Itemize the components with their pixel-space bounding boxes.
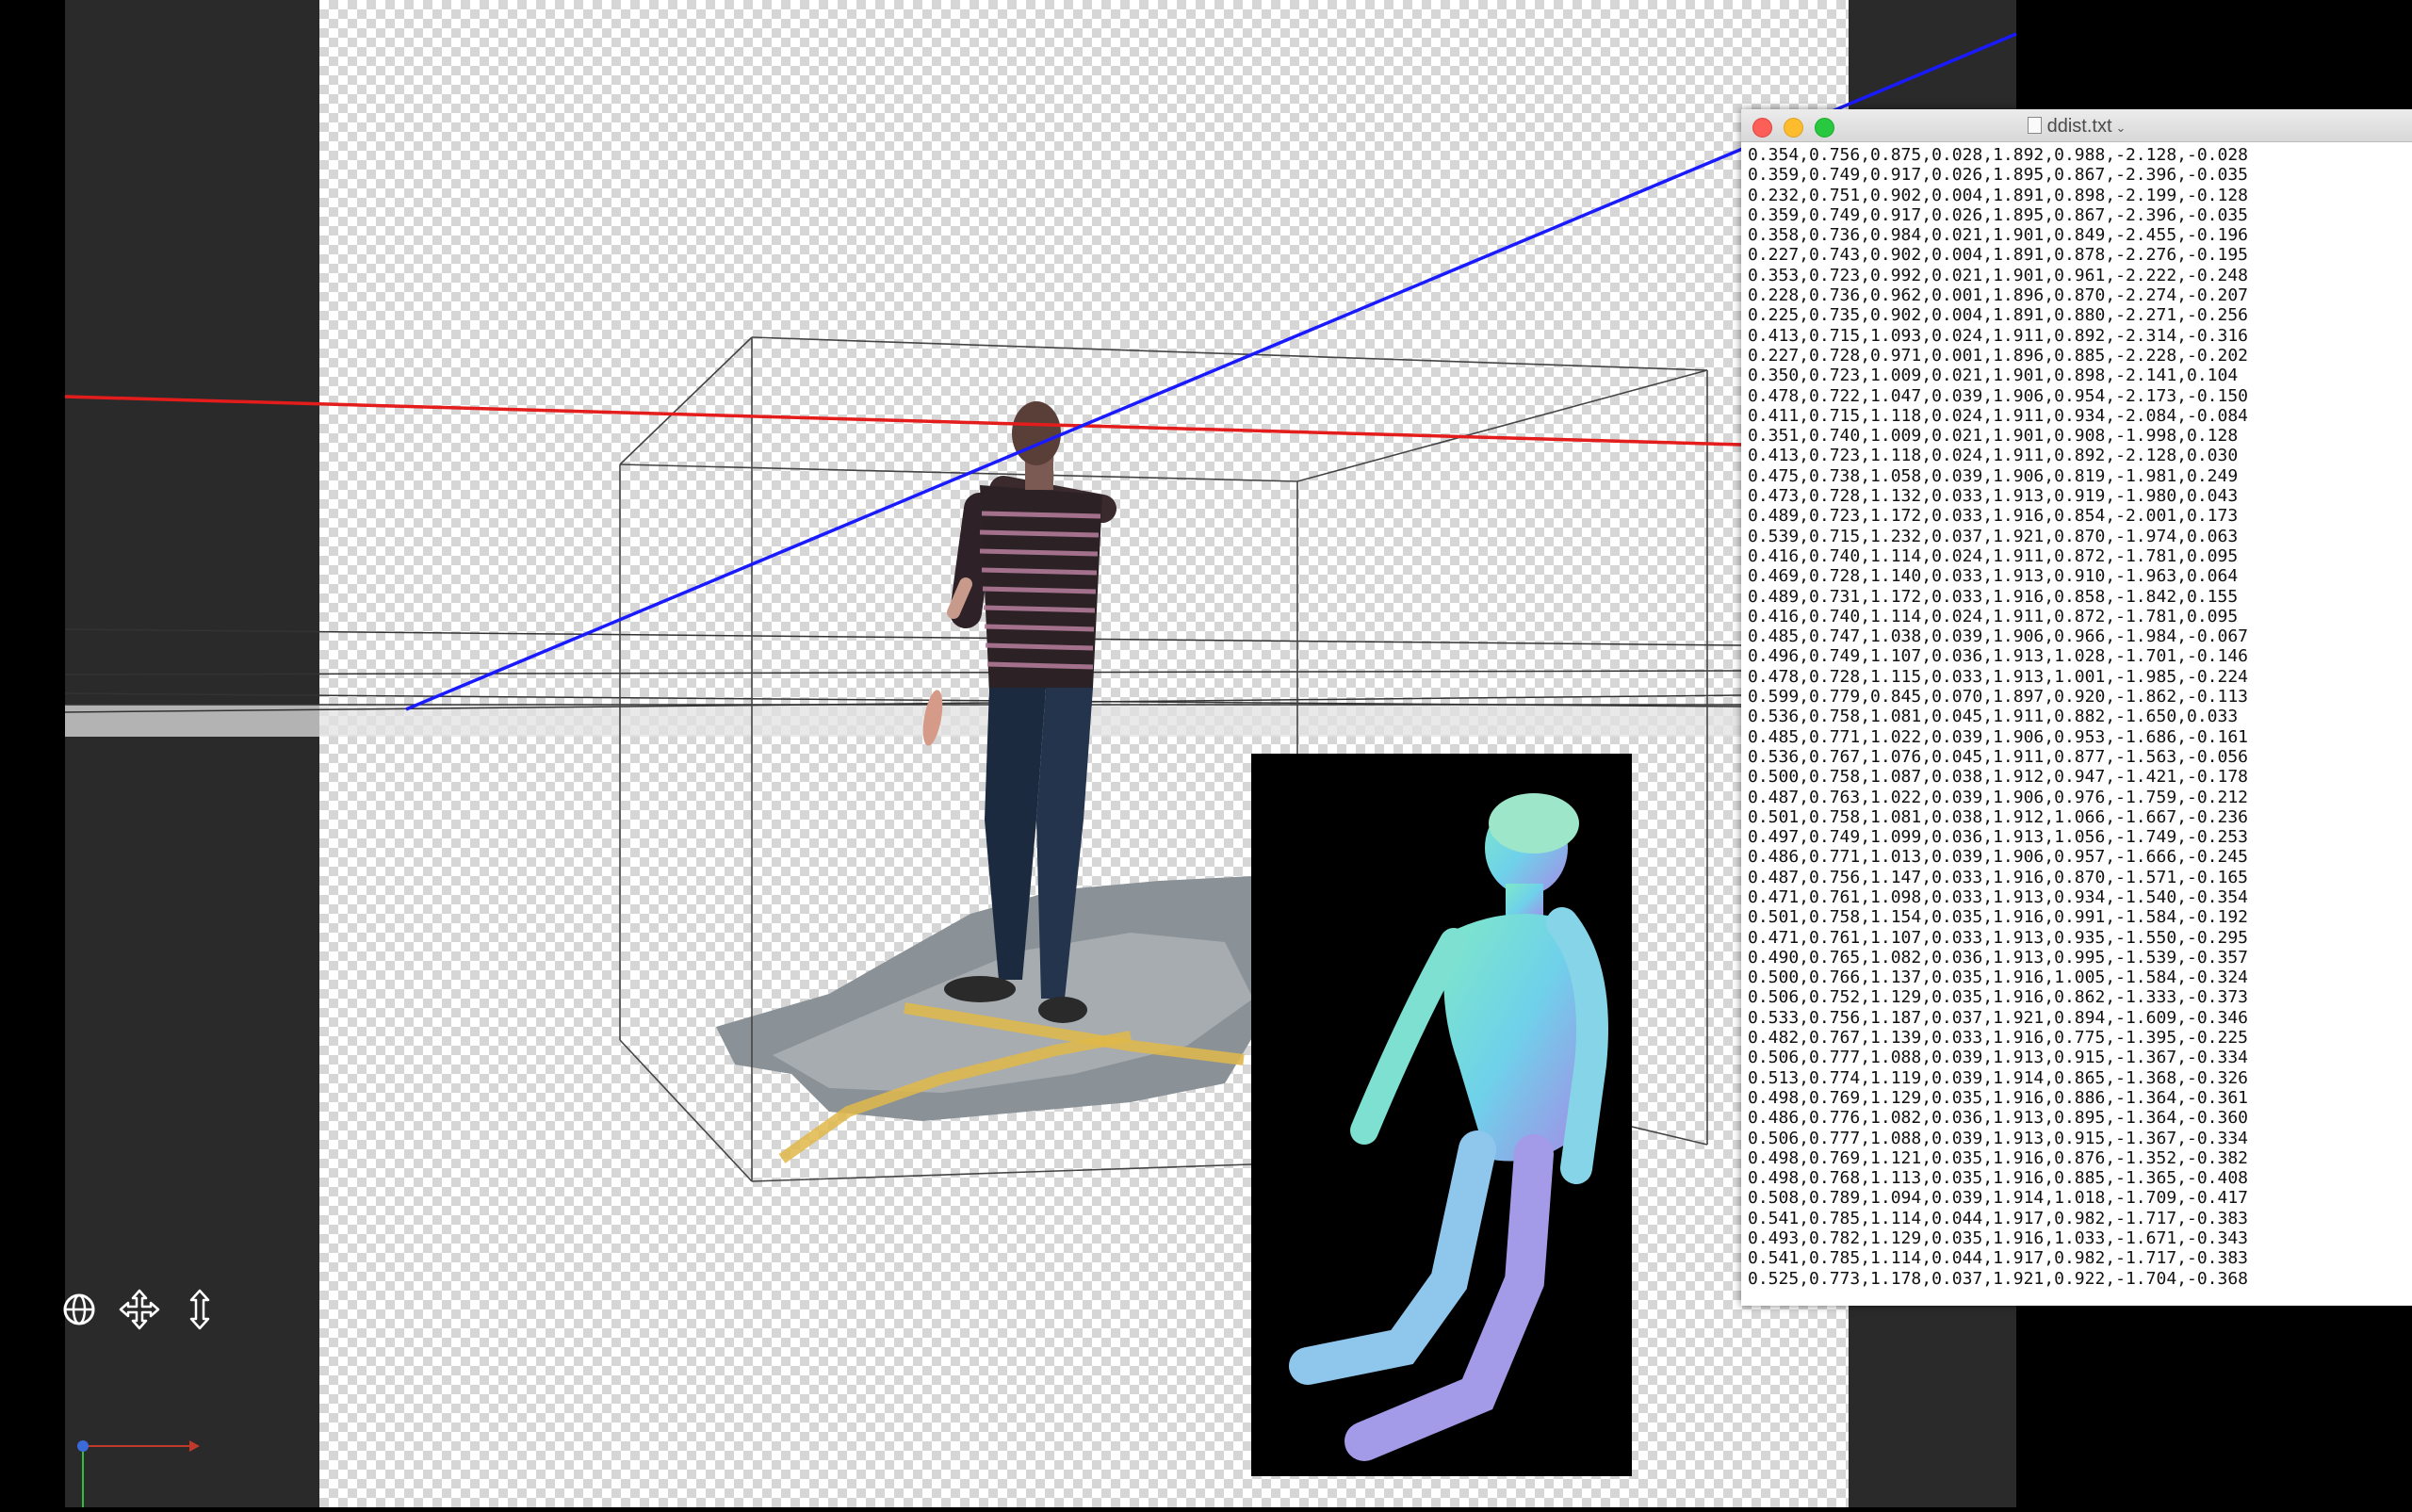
text-line[interactable]: 0.473,0.728,1.132,0.033,1.913,0.919,-1.9… [1748, 486, 2238, 506]
text-line[interactable]: 0.416,0.740,1.114,0.024,1.911,0.872,-1.7… [1748, 546, 2238, 566]
data-text-lines[interactable]: 0.354,0.756,0.875,0.028,1.892,0.988,-2.1… [1748, 145, 2405, 1289]
text-line[interactable]: 0.489,0.731,1.172,0.033,1.916,0.858,-1.8… [1748, 587, 2238, 607]
text-line[interactable]: 0.471,0.761,1.098,0.033,1.913,0.934,-1.5… [1748, 887, 2248, 907]
text-line[interactable]: 0.539,0.715,1.232,0.037,1.921,0.870,-1.9… [1748, 527, 2238, 546]
axis-gizmo-icon [77, 1440, 200, 1507]
text-line[interactable]: 0.536,0.767,1.076,0.045,1.911,0.877,-1.5… [1748, 747, 2248, 767]
text-line[interactable]: 0.541,0.785,1.114,0.044,1.917,0.982,-1.7… [1748, 1248, 2248, 1268]
text-line[interactable]: 0.487,0.763,1.022,0.039,1.906,0.976,-1.7… [1748, 788, 2248, 807]
text-line[interactable]: 0.227,0.728,0.971,0.001,1.896,0.885,-2.2… [1748, 346, 2248, 366]
text-line[interactable]: 0.478,0.728,1.115,0.033,1.913,1.001,-1.9… [1748, 667, 2248, 687]
text-line[interactable]: 0.416,0.740,1.114,0.024,1.911,0.872,-1.7… [1748, 607, 2238, 626]
text-line[interactable]: 0.228,0.736,0.962,0.001,1.896,0.870,-2.2… [1748, 285, 2248, 305]
text-line[interactable]: 0.513,0.774,1.119,0.039,1.914,0.865,-1.3… [1748, 1068, 2248, 1088]
text-line[interactable]: 0.354,0.756,0.875,0.028,1.892,0.988,-2.1… [1748, 145, 2248, 165]
window-title[interactable]: ddist.txt ⌄ [1741, 116, 2412, 138]
text-line[interactable]: 0.599,0.779,0.845,0.070,1.897,0.920,-1.8… [1748, 687, 2248, 707]
normal-map-figure [1289, 793, 1608, 1461]
axis-gizmo [65, 1423, 206, 1507]
vertical-arrow-icon [189, 1289, 210, 1330]
text-editor-window[interactable]: ddist.txt ⌄ 0.354,0.756,0.875,0.028,1.892… [1741, 109, 2412, 1306]
pan-tool[interactable] [119, 1289, 160, 1330]
text-line[interactable]: 0.496,0.749,1.107,0.036,1.913,1.028,-1.7… [1748, 646, 2248, 666]
text-line[interactable]: 0.493,0.782,1.129,0.035,1.916,1.033,-1.6… [1748, 1228, 2248, 1248]
text-line[interactable]: 0.232,0.751,0.902,0.004,1.891,0.898,-2.1… [1748, 186, 2248, 205]
text-line[interactable]: 0.482,0.767,1.139,0.033,1.916,0.775,-1.3… [1748, 1028, 2248, 1048]
text-line[interactable]: 0.475,0.738,1.058,0.039,1.906,0.819,-1.9… [1748, 466, 2238, 486]
text-line[interactable]: 0.487,0.756,1.147,0.033,1.916,0.870,-1.5… [1748, 868, 2248, 887]
globe-rotate-icon [63, 1293, 95, 1325]
text-line[interactable]: 0.536,0.758,1.081,0.045,1.911,0.882,-1.6… [1748, 707, 2238, 726]
text-line[interactable]: 0.525,0.773,1.178,0.037,1.921,0.922,-1.7… [1748, 1269, 2248, 1289]
document-icon [2027, 117, 2042, 134]
text-content-area[interactable]: 0.354,0.756,0.875,0.028,1.892,0.988,-2.1… [1741, 142, 2412, 1289]
four-way-arrow-icon [119, 1289, 160, 1330]
text-line[interactable]: 0.500,0.758,1.087,0.038,1.912,0.947,-1.4… [1748, 767, 2248, 787]
rotate-tool[interactable] [58, 1289, 100, 1330]
text-line[interactable]: 0.506,0.752,1.129,0.035,1.916,0.862,-1.3… [1748, 987, 2248, 1007]
window-titlebar[interactable]: ddist.txt ⌄ [1741, 109, 2412, 142]
text-line[interactable]: 0.486,0.771,1.013,0.039,1.906,0.957,-1.6… [1748, 847, 2248, 867]
text-line[interactable]: 0.227,0.743,0.902,0.004,1.891,0.878,-2.2… [1748, 245, 2248, 265]
text-line[interactable]: 0.486,0.776,1.082,0.036,1.913,0.895,-1.3… [1748, 1108, 2248, 1128]
file-name: ddist.txt [2046, 116, 2112, 137]
text-line[interactable]: 0.478,0.722,1.047,0.039,1.906,0.954,-2.1… [1748, 386, 2248, 406]
text-line[interactable]: 0.353,0.723,0.992,0.021,1.901,0.961,-2.2… [1748, 266, 2248, 285]
text-line[interactable]: 0.506,0.777,1.088,0.039,1.913,0.915,-1.3… [1748, 1129, 2248, 1148]
text-line[interactable]: 0.500,0.766,1.137,0.035,1.916,1.005,-1.5… [1748, 967, 2248, 987]
text-line[interactable]: 0.413,0.723,1.118,0.024,1.911,0.892,-2.1… [1748, 446, 2238, 465]
text-line[interactable]: 0.358,0.736,0.984,0.021,1.901,0.849,-2.4… [1748, 225, 2248, 245]
x-axis-line [64, 395, 1742, 447]
text-line[interactable]: 0.498,0.769,1.129,0.035,1.916,0.886,-1.3… [1748, 1088, 2248, 1108]
text-line[interactable]: 0.533,0.756,1.187,0.037,1.921,0.894,-1.6… [1748, 1008, 2248, 1028]
text-line[interactable]: 0.469,0.728,1.140,0.033,1.913,0.910,-1.9… [1748, 566, 2238, 586]
text-line[interactable]: 0.508,0.789,1.094,0.039,1.914,1.018,-1.7… [1748, 1188, 2248, 1208]
text-line[interactable]: 0.351,0.740,1.009,0.021,1.901,0.908,-1.9… [1748, 426, 2238, 446]
text-line[interactable]: 0.490,0.765,1.082,0.036,1.913,0.995,-1.5… [1748, 948, 2248, 967]
normal-map-inset [1251, 754, 1632, 1476]
text-line[interactable]: 0.359,0.749,0.917,0.026,1.895,0.867,-2.3… [1748, 205, 2248, 225]
text-line[interactable]: 0.498,0.768,1.113,0.035,1.916,0.885,-1.3… [1748, 1168, 2248, 1188]
chevron-down-icon[interactable]: ⌄ [2116, 121, 2127, 135]
text-line[interactable]: 0.225,0.735,0.902,0.004,1.891,0.880,-2.2… [1748, 305, 2248, 325]
grid-lines [64, 628, 1742, 713]
text-line[interactable]: 0.359,0.749,0.917,0.026,1.895,0.867,-2.3… [1748, 165, 2248, 185]
text-line[interactable]: 0.411,0.715,1.118,0.024,1.911,0.934,-2.0… [1748, 406, 2248, 426]
zoom-tool[interactable] [179, 1289, 220, 1330]
text-line[interactable]: 0.506,0.777,1.088,0.039,1.913,0.915,-1.3… [1748, 1048, 2248, 1067]
text-line[interactable]: 0.485,0.747,1.038,0.039,1.906,0.966,-1.9… [1748, 626, 2248, 646]
text-line[interactable]: 0.489,0.723,1.172,0.033,1.916,0.854,-2.0… [1748, 506, 2238, 526]
text-line[interactable]: 0.541,0.785,1.114,0.044,1.917,0.982,-1.7… [1748, 1209, 2248, 1228]
text-line[interactable]: 0.497,0.749,1.099,0.036,1.913,1.056,-1.7… [1748, 827, 2248, 847]
text-line[interactable]: 0.498,0.769,1.121,0.035,1.916,0.876,-1.3… [1748, 1148, 2248, 1168]
text-line[interactable]: 0.485,0.771,1.022,0.039,1.906,0.953,-1.6… [1748, 727, 2248, 747]
view-tools [58, 1289, 220, 1330]
text-line[interactable]: 0.501,0.758,1.081,0.038,1.912,1.066,-1.6… [1748, 807, 2248, 827]
text-line[interactable]: 0.413,0.715,1.093,0.024,1.911,0.892,-2.3… [1748, 326, 2248, 346]
text-line[interactable]: 0.350,0.723,1.009,0.021,1.901,0.898,-2.1… [1748, 366, 2238, 385]
text-line[interactable]: 0.471,0.761,1.107,0.033,1.913,0.935,-1.5… [1748, 928, 2248, 948]
text-line[interactable]: 0.501,0.758,1.154,0.035,1.916,0.991,-1.5… [1748, 907, 2248, 927]
